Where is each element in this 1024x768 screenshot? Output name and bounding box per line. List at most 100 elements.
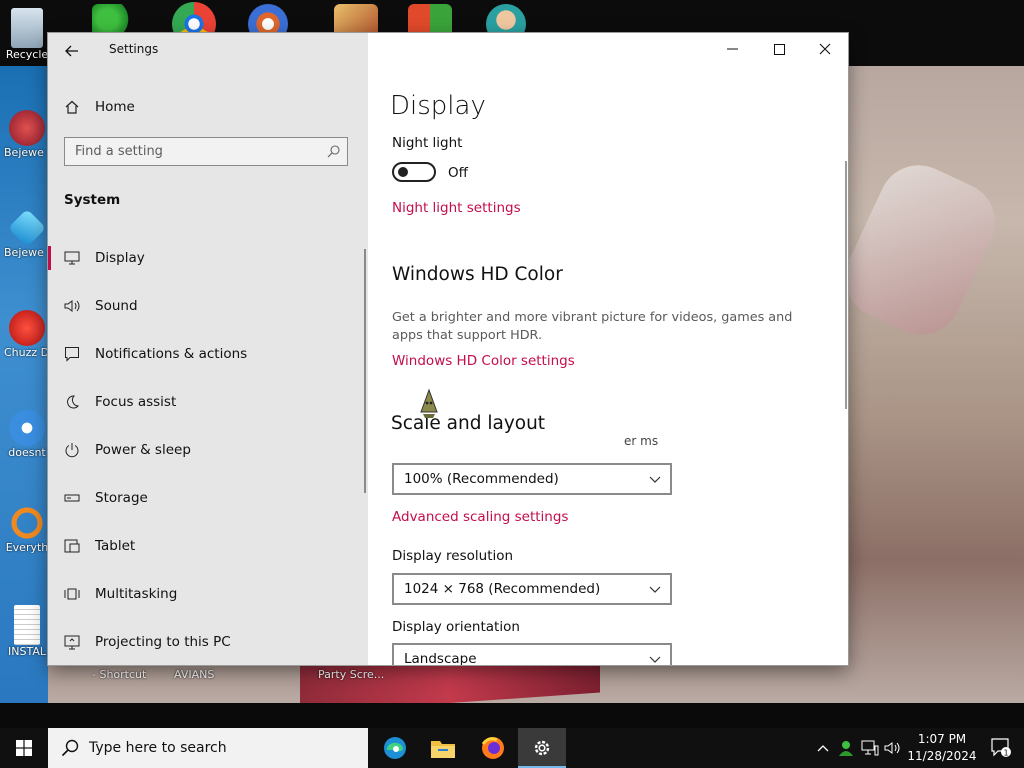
file-explorer-icon [431,741,455,758]
nav-item-projecting[interactable]: Projecting to this PC [48,618,368,665]
find-setting-box[interactable] [64,137,348,166]
taskbar-clock[interactable]: 1:07 PM 11/28/2024 [904,731,980,765]
taskbar-search-box[interactable]: Type here to search [48,728,368,768]
chuzzle-icon [9,310,45,346]
storage-icon [64,490,80,506]
power-icon [64,442,80,458]
nav-item-label: Tablet [95,538,136,554]
nav-item-tablet[interactable]: Tablet [48,522,368,570]
projecting-icon [64,634,80,650]
night-light-label: Night light [392,135,463,151]
chevron-down-icon [640,586,670,593]
chevron-down-icon [640,656,670,663]
hd-color-description: Get a brighter and more vibrant picture … [392,310,793,343]
scale-dropdown[interactable]: 100% (Recommended) [392,463,672,495]
nav-item-notifications[interactable]: Notifications & actions [48,330,368,378]
resolution-value: 1024 × 768 (Recommended) [404,581,601,597]
display-resolution-label: Display resolution [392,548,514,564]
multitasking-icon [64,586,80,602]
maximize-icon [773,43,785,55]
desktop-icon-label[interactable]: AVIANS [174,668,214,681]
nav-item-power-sleep[interactable]: Power & sleep [48,426,368,474]
action-center-button[interactable]: 1 [980,728,1024,768]
recycle-bin-shortcut[interactable]: Recycle [4,8,50,61]
taskbar-search-placeholder: Type here to search [89,740,227,756]
minimize-button[interactable] [710,33,756,65]
desktop-icon-label: Bejewe Delux [4,146,50,159]
volume-icon[interactable] [884,738,902,758]
nav-scrollbar[interactable] [364,249,366,493]
cursor-sprite-icon [420,388,438,418]
content-pane: Display Night light Off Night light sett… [368,33,848,665]
bird-app-icon [9,410,45,446]
nav-item-display[interactable]: Display [48,234,368,282]
monitor-icon [64,250,80,266]
show-hidden-icons-chevron-up-icon[interactable] [815,738,831,758]
settings-window: Settings Home System Display [48,33,848,665]
desktop-icon-label[interactable]: - Shortcut [92,668,146,681]
settings-gear-icon [534,740,550,756]
scale-layout-heading: Scale and layout [391,413,546,434]
back-button[interactable] [58,37,86,65]
moon-icon [64,394,80,410]
minimize-icon [727,48,738,50]
nav-item-multitasking[interactable]: Multitasking [48,570,368,618]
everything-search-icon [9,505,45,541]
firefox-icon [481,737,504,759]
nav-item-focus-assist[interactable]: Focus assist [48,378,368,426]
close-button[interactable] [802,33,848,65]
notification-icon: 1 [991,738,1011,758]
taskbar-firefox[interactable] [469,728,517,768]
display-orientation-label: Display orientation [392,619,520,635]
start-button[interactable] [0,728,48,768]
advanced-scaling-link[interactable]: Advanced scaling settings [392,509,568,525]
taskbar-settings[interactable] [518,728,566,768]
nav-item-storage[interactable]: Storage [48,474,368,522]
night-light-toggle[interactable] [392,162,436,182]
taskbar-edge[interactable] [371,728,419,768]
tray-app-icon[interactable] [837,738,855,758]
nav-home-label: Home [95,99,135,115]
night-light-state: Off [448,165,468,181]
windows-logo-icon [16,740,32,756]
text-document-icon [14,605,40,645]
desktop-shortcut[interactable]: Chuzz Delux [4,310,50,359]
nav-list: Display Sound Notifications & actions Fo… [48,234,368,665]
night-light-settings-link[interactable]: Night light settings [392,200,521,216]
home-icon [64,99,80,115]
toggle-knob [398,167,408,177]
nav-item-label: Storage [95,490,148,506]
notification-icon [64,346,80,362]
back-arrow-icon [65,45,78,57]
hd-color-settings-link[interactable]: Windows HD Color settings [392,353,575,369]
desktop-shortcut[interactable]: doesnt [4,410,50,459]
nav-item-sound[interactable]: Sound [48,282,368,330]
chevron-down-icon [640,476,670,483]
nav-item-label: Power & sleep [95,442,191,458]
find-setting-input[interactable] [65,138,319,165]
orientation-dropdown[interactable]: Landscape [392,643,672,665]
desktop-icon-label[interactable]: Party Scre... [318,668,384,681]
desktop-shortcut[interactable]: INSTAL [4,605,50,658]
resolution-dropdown[interactable]: 1024 × 768 (Recommended) [392,573,672,605]
nav-home[interactable]: Home [48,93,368,121]
nav-item-label: Focus assist [95,394,177,410]
nav-item-label: Display [95,250,145,266]
desktop-icon-label: Bejewe Delux [4,246,50,259]
section-label-system: System [64,192,121,208]
scale-value: 100% (Recommended) [404,471,559,487]
desktop-shortcut[interactable]: Bejewe Delux [4,110,50,159]
content-scrollbar[interactable] [845,161,847,409]
maximize-button[interactable] [756,33,802,65]
desktop-shortcut[interactable]: Everyth [4,505,50,554]
orientation-value: Landscape [404,651,477,665]
network-icon[interactable] [861,738,879,758]
search-icon[interactable] [319,145,347,158]
clock-time: 1:07 PM [917,732,967,746]
taskbar-file-explorer[interactable] [419,728,467,768]
page-title: Display [390,91,486,121]
tablet-icon [64,538,80,554]
desktop-shortcut[interactable]: Bejewe Delux [4,208,50,259]
nav-item-label: Projecting to this PC [95,634,231,650]
wallpaper-detail [831,152,1009,348]
